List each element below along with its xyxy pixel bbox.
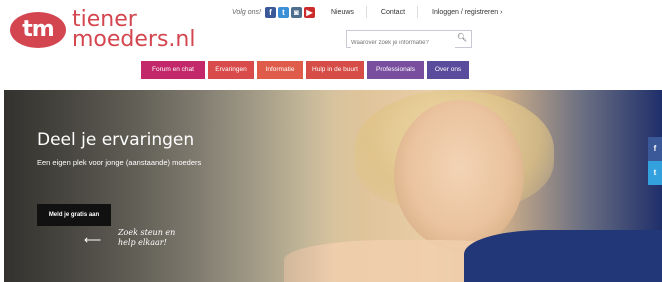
- facebook-icon[interactable]: f: [264, 6, 276, 18]
- link-login-register[interactable]: Inloggen / registreren ›: [432, 9, 502, 16]
- logo-badge[interactable]: tm: [10, 12, 66, 48]
- search-input[interactable]: [351, 36, 455, 50]
- nav-informatie[interactable]: Informatie: [257, 61, 303, 79]
- divider: [365, 6, 367, 18]
- search-icon[interactable]: 🔍︎: [457, 33, 467, 42]
- nav-professionals[interactable]: Professionals: [367, 61, 424, 79]
- handwritten-line-2: help elkaar!: [118, 238, 167, 247]
- hero-shade-overlay: [4, 90, 334, 282]
- twitter-icon[interactable]: t: [648, 161, 662, 185]
- nav-ervaringen[interactable]: Ervaringen: [208, 61, 254, 79]
- nav-forum-en-chat[interactable]: Forum en chat: [141, 61, 205, 79]
- signup-button[interactable]: Meld je gratis aan: [37, 204, 111, 226]
- hero-subtitle: Een eigen plek voor jonge (aanstaande) m…: [37, 158, 202, 167]
- youtube-icon[interactable]: ▶: [303, 6, 315, 18]
- handwritten-line-1: Zoek steun en: [118, 228, 176, 237]
- arrow-icon: ⟵: [84, 233, 102, 247]
- link-contact[interactable]: Contact: [381, 9, 405, 16]
- divider: [417, 6, 419, 18]
- site-header: tm tiener moeders.nl Volg ons! f t ◙ ▶ N…: [0, 0, 662, 90]
- logo-wordmark[interactable]: tiener moeders.nl: [72, 9, 196, 52]
- nav-over-ons[interactable]: Over ons: [427, 61, 469, 79]
- nav-hulp-in-de-buurt[interactable]: Hulp in de buurt: [306, 61, 364, 79]
- handwritten-note: Zoek steun en help elkaar!: [118, 228, 198, 248]
- follow-label: Volg ons!: [232, 8, 261, 16]
- side-share-bar: f t: [648, 137, 662, 185]
- facebook-icon[interactable]: f: [648, 137, 662, 161]
- search-box: 🔍︎: [346, 30, 472, 50]
- logo-line-2: moeders.nl: [72, 27, 196, 52]
- twitter-icon[interactable]: t: [277, 6, 289, 18]
- instagram-icon[interactable]: ◙: [290, 6, 302, 18]
- hero-photo-face: [394, 100, 524, 250]
- hero-banner: Deel je ervaringen Een eigen plek voor j…: [4, 90, 662, 282]
- link-nieuws[interactable]: Nieuws: [331, 9, 354, 16]
- hero-title: Deel je ervaringen: [37, 130, 195, 150]
- hero-photo-shirt: [464, 230, 662, 282]
- top-bar: Volg ons! f t ◙ ▶ Nieuws Contact Inlogge…: [232, 5, 502, 19]
- main-nav: Forum en chat Ervaringen Informatie Hulp…: [141, 61, 472, 79]
